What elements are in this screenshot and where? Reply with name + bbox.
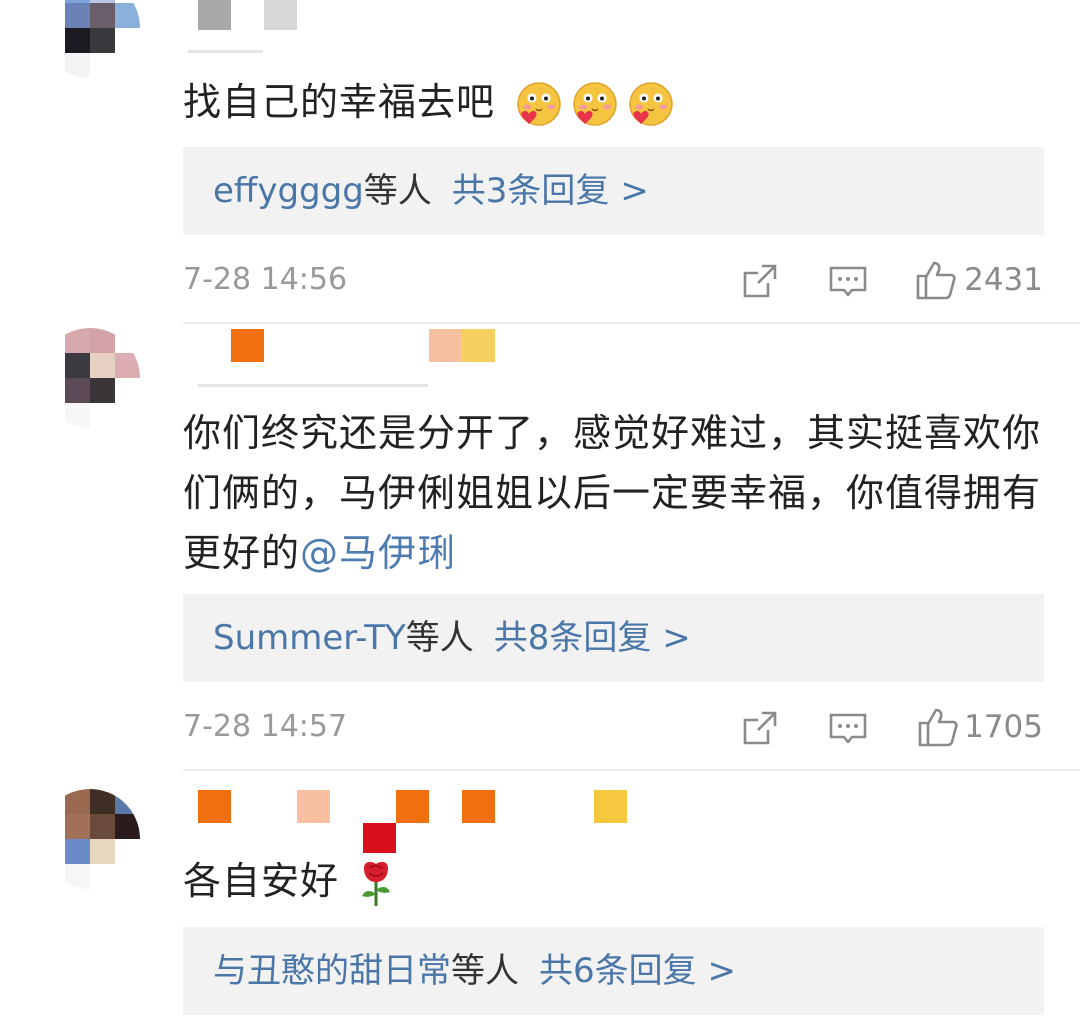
- comment-text: 找自己的幸福去吧: [183, 72, 1053, 132]
- reply-by-label: 等人: [405, 618, 474, 658]
- comment-item: 找自己的幸福去吧 effygggg等人 共3条回复 > 7-28 14:56 2…: [0, 0, 1080, 325]
- blush-heart-emoji: [629, 81, 673, 126]
- avatar[interactable]: [40, 0, 140, 78]
- reply-users[interactable]: Summer-TY: [213, 618, 406, 658]
- reply-by-label: 等人: [451, 951, 519, 991]
- comment-body: 找自己的幸福去吧: [183, 80, 496, 124]
- comment-time: 7-28 14:57: [183, 709, 348, 744]
- reply-count-link[interactable]: 共8条回复 >: [494, 618, 691, 658]
- like-count: 1705: [964, 709, 1043, 745]
- reply-users[interactable]: 与丑憨的甜日常: [213, 951, 451, 991]
- replies-preview-button[interactable]: Summer-TY等人 共8条回复 >: [183, 594, 1044, 682]
- divider: [183, 769, 1080, 771]
- comment-icon[interactable]: [828, 708, 868, 748]
- avatar[interactable]: [40, 789, 140, 889]
- comment-meta: 7-28 14:57 1705: [183, 702, 1043, 752]
- blush-heart-emoji: [573, 81, 617, 126]
- comment-body: 各自安好: [183, 859, 340, 903]
- comment-meta: 7-28 14:56 2431: [183, 255, 1043, 305]
- username-redacted[interactable]: [198, 0, 298, 34]
- comment-item: 你们终究还是分开了，感觉好难过，其实挺喜欢你们俩的，马伊俐姐姐以后一定要幸福，你…: [0, 325, 1080, 772]
- reply-count-link[interactable]: 共6条回复 >: [539, 951, 736, 991]
- username-redacted[interactable]: [198, 329, 498, 363]
- replies-preview-button[interactable]: effygggg等人 共3条回复 >: [183, 147, 1044, 235]
- reply-count-link[interactable]: 共3条回复 >: [452, 171, 649, 211]
- replies-preview-button[interactable]: 与丑憨的甜日常等人 共6条回复 >: [183, 927, 1044, 1015]
- username-redacted-block: [363, 823, 396, 853]
- comment-item: 各自安好 与丑憨的甜日常等人 共6条回复 >: [0, 772, 1080, 1023]
- reply-by-label: 等人: [363, 171, 432, 211]
- comment-icon[interactable]: [828, 261, 868, 301]
- thumbs-up-icon[interactable]: [915, 259, 957, 301]
- comment-text: 你们终究还是分开了，感觉好难过，其实挺喜欢你们俩的，马伊俐姐姐以后一定要幸福，你…: [183, 403, 1053, 583]
- rose-emoji: [362, 861, 391, 906]
- share-icon[interactable]: [740, 708, 780, 748]
- thumbs-up-icon[interactable]: [917, 706, 959, 748]
- username-underline: [188, 50, 263, 53]
- like-count: 2431: [964, 262, 1043, 298]
- blush-heart-emoji: [517, 81, 561, 126]
- share-icon[interactable]: [740, 261, 780, 301]
- reply-users[interactable]: effygggg: [213, 171, 364, 211]
- avatar[interactable]: [40, 328, 140, 428]
- mention-link[interactable]: @马伊琍: [300, 531, 456, 575]
- comment-time: 7-28 14:56: [183, 262, 348, 297]
- username-underline: [198, 384, 428, 387]
- username-redacted[interactable]: [198, 790, 638, 824]
- divider: [183, 322, 1080, 324]
- comment-text: 各自安好: [183, 851, 1053, 911]
